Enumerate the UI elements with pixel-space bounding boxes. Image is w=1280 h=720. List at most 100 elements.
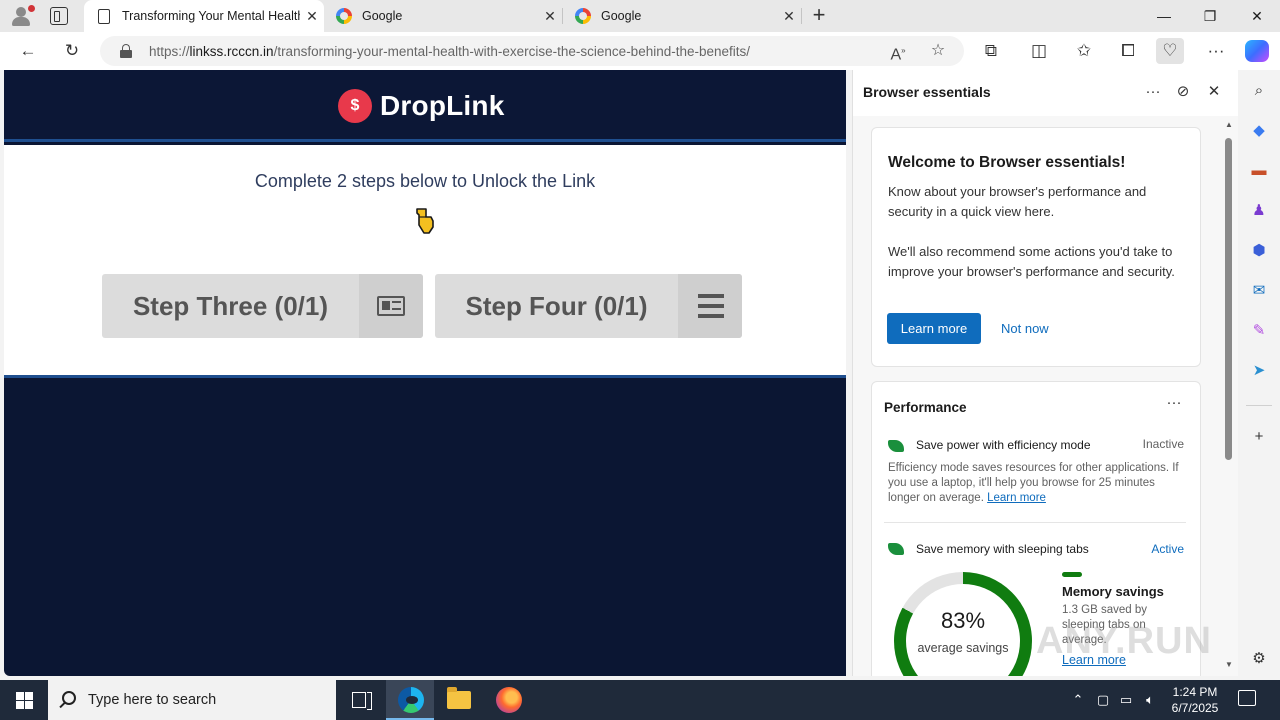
task-view-button[interactable]	[336, 680, 384, 720]
favorite-star-icon[interactable]: ☆	[926, 40, 950, 62]
performance-more-icon[interactable]: ···	[1162, 394, 1186, 411]
tray-chevron-icon[interactable]: ⌃	[1069, 690, 1087, 710]
settings-more-icon[interactable]: ···	[1202, 38, 1230, 64]
tab-close-icon[interactable]: ✕	[777, 8, 801, 25]
add-sidebar-app-icon[interactable]: +	[1248, 426, 1270, 448]
designer-icon[interactable]: ✎	[1248, 320, 1270, 342]
games-icon[interactable]: ♟	[1248, 200, 1270, 222]
memory-indicator-bar	[1062, 572, 1082, 577]
favorites-icon[interactable]: ✩	[1070, 38, 1098, 64]
divider	[884, 522, 1186, 523]
welcome-text-2: We'll also recommend some actions you'd …	[888, 244, 1175, 279]
search-icon[interactable]: ⌕	[1248, 80, 1270, 102]
refresh-icon[interactable]: ↻	[58, 38, 86, 64]
restore-icon[interactable]: ❐	[1187, 0, 1233, 32]
panel-close-icon[interactable]: ✕	[1202, 80, 1226, 104]
firefox-icon	[496, 687, 522, 713]
tab-strip: Transforming Your Mental Health with Exe…	[0, 0, 1280, 32]
tab-close-icon[interactable]: ✕	[300, 8, 324, 25]
url-path: /transforming-your-mental-health-with-ex…	[273, 44, 751, 59]
volume-icon[interactable]: 🔈︎	[1141, 690, 1159, 710]
drop-icon[interactable]: ➤	[1248, 360, 1270, 382]
welcome-card: Welcome to Browser essentials! Know abou…	[871, 127, 1201, 367]
network-icon[interactable]: ▭	[1117, 690, 1135, 710]
logo-text: DropLink	[380, 90, 505, 121]
pointing-hand-icon	[416, 208, 434, 234]
panel-scrollbar[interactable]: ▲ ▼	[1223, 116, 1235, 676]
page-header: $ DropLink	[4, 70, 846, 142]
edge-icon	[398, 687, 424, 713]
shopping-tag-icon[interactable]: ◆	[1248, 120, 1270, 142]
minimize-icon[interactable]: —	[1141, 0, 1187, 32]
lock-body	[120, 50, 132, 58]
split-screen-icon[interactable]: ◫	[1025, 38, 1053, 64]
back-icon[interactable]: ←	[14, 38, 42, 64]
profile-avatar[interactable]	[8, 4, 35, 28]
panel-more-icon[interactable]: ···	[1141, 80, 1165, 104]
list-line	[698, 294, 724, 298]
tab-active[interactable]: Transforming Your Mental Health with Exe…	[84, 0, 324, 32]
taskbar-edge[interactable]	[386, 680, 434, 720]
savings-percent: 83%	[940, 608, 986, 633]
not-now-button[interactable]: Not now	[1001, 313, 1049, 344]
efficiency-learn-more-link[interactable]: Learn more	[987, 492, 1046, 504]
windows-logo-pane	[25, 701, 33, 709]
close-window-icon[interactable]: ✕	[1234, 0, 1280, 32]
welcome-text-1: Know about your browser's performance an…	[888, 184, 1147, 219]
taskbar-clock[interactable]: 1:24 PM 6/7/2025	[1164, 684, 1226, 716]
droplink-logo[interactable]: $ DropLink	[338, 86, 504, 126]
browser-essentials-panel: Browser essentials ··· ⊘ ✕ Welcome to Br…	[852, 70, 1239, 676]
welcome-heading: Welcome to Browser essentials!	[888, 154, 1126, 171]
efficiency-mode-label[interactable]: Save power with efficiency mode	[916, 438, 1091, 452]
taskbar-search-input[interactable]: Type here to search	[48, 680, 336, 720]
outlook-icon[interactable]: ✉	[1248, 280, 1270, 302]
browser-essentials-icon[interactable]: ♡	[1156, 38, 1184, 64]
extensions-icon[interactable]: ⧉	[977, 38, 1005, 64]
unpin-icon[interactable]: ⊘	[1171, 80, 1195, 104]
learn-more-button[interactable]: Learn more	[887, 313, 981, 344]
list-line	[698, 304, 724, 308]
step-three-button[interactable]: Step Three (0/1)	[102, 274, 423, 338]
read-aloud-icon[interactable]: A»	[886, 40, 910, 63]
clock-date: 6/7/2025	[1171, 701, 1219, 715]
savings-subtext: average savings	[917, 641, 1009, 655]
url-text[interactable]: https://linkss.rcccn.in/transforming-you…	[149, 44, 750, 59]
toolbox-icon[interactable]: ▬	[1248, 160, 1270, 182]
efficiency-mode-state: Inactive	[1142, 437, 1184, 451]
sidebar-settings-icon[interactable]: ⚙	[1248, 648, 1270, 670]
profile-notification-dot	[28, 5, 35, 12]
tab-google-2[interactable]: Google ✕	[563, 0, 801, 32]
collections-icon[interactable]: ⧠	[1114, 38, 1142, 64]
taskbar-firefox[interactable]	[484, 680, 532, 720]
url-prefix: https://	[149, 44, 190, 59]
tab-title: Google	[362, 9, 403, 23]
page-icon	[98, 8, 110, 24]
tab-title: Transforming Your Mental Health with Exe…	[122, 9, 300, 23]
logo-mark-icon: $	[338, 89, 372, 123]
rail-separator	[1246, 405, 1272, 406]
step-four-button[interactable]: Step Four (0/1)	[435, 274, 742, 338]
microsoft-365-icon[interactable]: ⬢	[1248, 240, 1270, 262]
tab-actions-icon[interactable]	[50, 7, 68, 25]
tray-device-icon[interactable]: ▢	[1094, 690, 1112, 710]
notification-icon[interactable]	[1238, 690, 1256, 706]
step-three-label: Step Three (0/1)	[132, 290, 329, 321]
start-button[interactable]	[0, 680, 48, 720]
taskbar-file-explorer[interactable]	[435, 680, 483, 720]
step-four-label: Step Four (0/1)	[465, 290, 648, 321]
step-three-icon-area	[359, 274, 423, 338]
copilot-icon[interactable]	[1245, 40, 1269, 62]
sleeping-tabs-label[interactable]: Save memory with sleeping tabs	[916, 542, 1089, 556]
scroll-thumb[interactable]	[1225, 138, 1232, 460]
sleeping-tabs-state[interactable]: Active	[1151, 542, 1184, 556]
new-tab-icon[interactable]: +	[808, 3, 830, 29]
lock-icon[interactable]	[120, 44, 132, 58]
tab-title: Google	[601, 9, 642, 23]
address-bar[interactable]: https://linkss.rcccn.in/transforming-you…	[100, 36, 964, 66]
tab-google-1[interactable]: Google ✕	[324, 0, 562, 32]
scroll-up-icon[interactable]: ▲	[1223, 120, 1235, 129]
scroll-down-icon[interactable]: ▼	[1223, 660, 1235, 669]
search-placeholder: Type here to search	[88, 692, 217, 708]
tab-close-icon[interactable]: ✕	[538, 8, 562, 25]
windows-logo-pane	[16, 701, 24, 709]
